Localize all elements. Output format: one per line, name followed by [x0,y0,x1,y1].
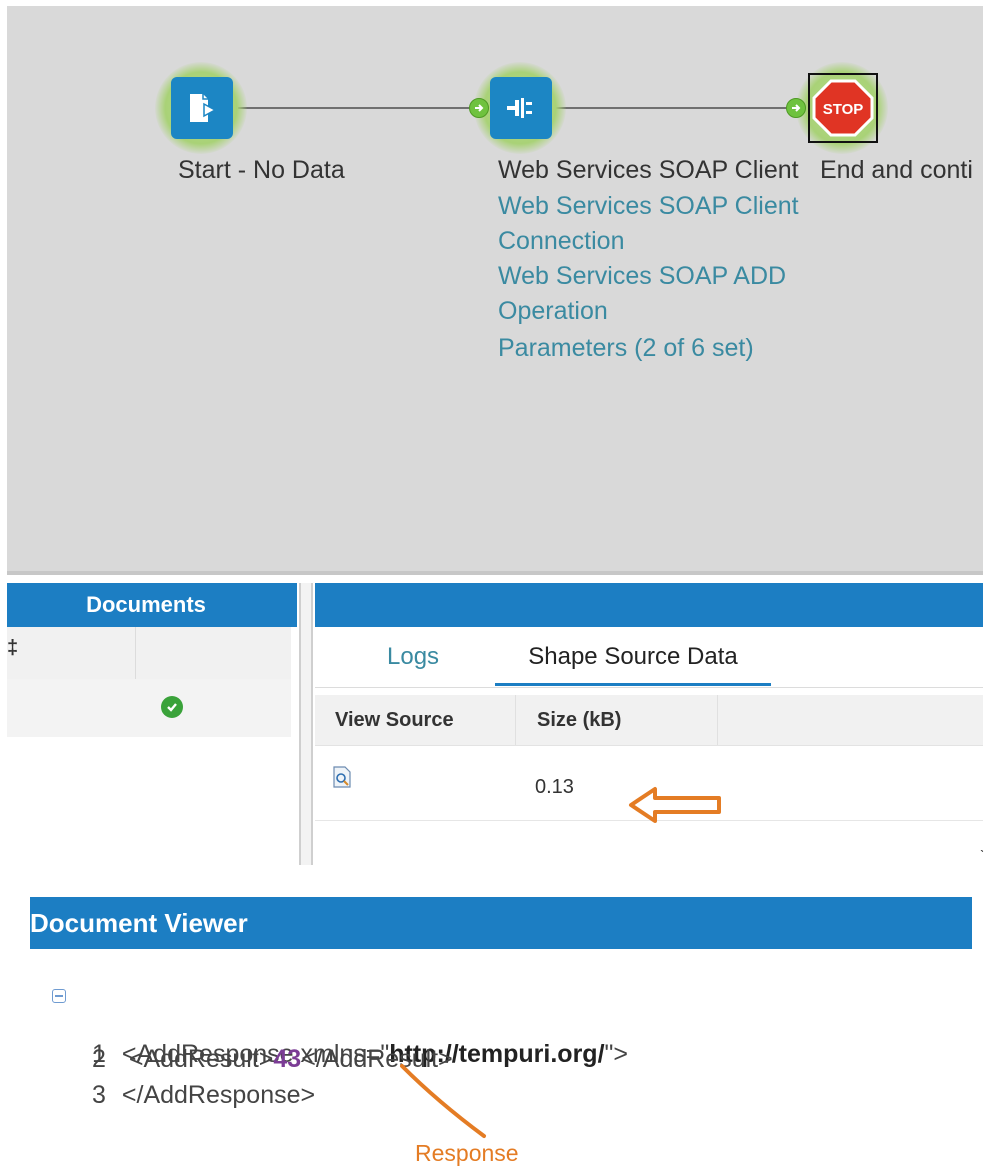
start-node[interactable] [171,77,233,139]
response-annotation-label: Response [415,1140,519,1166]
stop-input-port[interactable] [786,98,806,118]
stop-sign-icon: STOP [812,79,874,137]
document-viewer-title: Document Viewer [30,908,248,938]
code-text: </AddResponse> [121,1081,316,1109]
document-view-icon[interactable] [333,766,351,788]
size-value: 0.13 [535,776,574,798]
column-divider [135,627,136,679]
code-text: "> [604,1040,628,1068]
check-circle-icon [161,696,183,718]
soap-link-operation-name[interactable]: Web Services SOAP ADD [498,259,786,294]
arrow-right-icon [475,104,484,112]
documents-header: Documents [7,583,297,627]
soap-link-parameters[interactable]: Parameters (2 of 6 set) [498,331,754,366]
plug-connector-icon [507,98,532,118]
stop-node[interactable]: STOP [808,73,878,143]
documents-column-mark: ‡ [7,637,19,659]
arrow-right-icon [792,104,801,112]
canvas-divider[interactable] [7,571,983,575]
soap-node-label: Web Services SOAP Client [498,156,799,184]
code-line-3: 3 </AddResponse> [52,1052,315,1110]
document-arrow-icon [190,94,217,122]
soap-link-connection[interactable]: Connection [498,224,624,259]
col-view-source[interactable]: View Source [335,695,454,745]
stop-node-label: End and conti [820,156,973,184]
soap-node[interactable] [490,77,552,139]
column-divider [717,695,718,745]
start-node-label: Start - No Data [178,156,345,184]
tab-logs[interactable]: Logs [387,639,439,683]
documents-panel: Documents ‡ [7,583,301,865]
col-size[interactable]: Size (kB) [537,695,621,745]
documents-header-label: Documents [86,592,206,617]
connector-soap-stop [556,107,790,109]
documents-column-header: ‡ [7,627,291,680]
orange-arrow-annotation [629,787,721,823]
soap-link-client[interactable]: Web Services SOAP Client [498,189,799,224]
stray-mark: ˎ [980,836,985,852]
shape-detail-header [315,583,983,627]
tab-shape-source-data[interactable]: Shape Source Data [495,639,771,686]
panel-splitter[interactable] [299,583,313,865]
column-divider [515,695,516,745]
stop-sign-text: STOP [823,101,864,118]
soap-link-operation[interactable]: Operation [498,294,608,329]
connector-start-soap [238,107,478,109]
documents-row[interactable] [7,679,291,737]
document-viewer-header: Document Viewer [30,897,972,949]
tabs-underline [315,687,983,688]
response-pointer-annotation [400,1064,486,1138]
source-grid-header: View Source Size (kB) [315,695,983,746]
soap-input-port[interactable] [469,98,489,118]
collapse-icon[interactable] [52,989,66,1003]
line-number: 3 [92,1081,106,1109]
